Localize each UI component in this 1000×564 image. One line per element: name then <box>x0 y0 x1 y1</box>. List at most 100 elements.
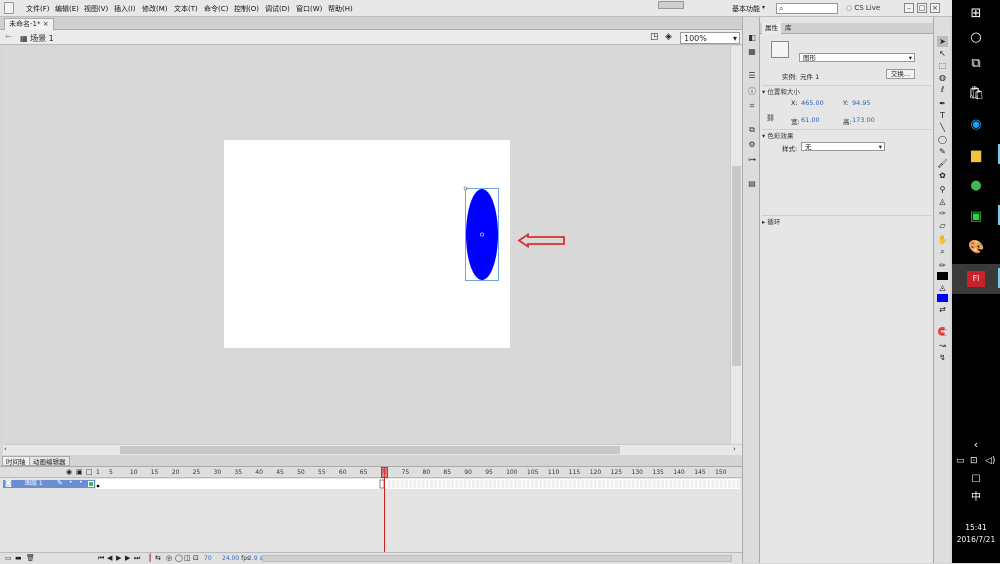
history-panel-icon[interactable]: ▤ <box>747 179 757 189</box>
minimized-panel-icon[interactable] <box>658 1 684 9</box>
center-frame-icon[interactable]: ┃ <box>148 554 152 562</box>
timeline-hscrollbar[interactable] <box>262 555 732 562</box>
task-view-icon[interactable]: ⧉ <box>968 56 984 72</box>
edit-scene-icon[interactable]: ◳ <box>650 32 659 42</box>
edit-symbols-icon[interactable]: ◈ <box>665 32 672 42</box>
3d-rotation-tool-icon[interactable]: ◍ <box>937 72 948 83</box>
smooth-icon[interactable]: ↝ <box>937 340 948 351</box>
eraser-tool-icon[interactable]: ▱ <box>937 220 948 231</box>
pencil-tool-icon[interactable]: ✎ <box>937 146 948 157</box>
show-hide-icon[interactable]: ◉ <box>66 468 72 476</box>
flash-app-icon[interactable]: Fl <box>967 271 985 287</box>
x-value[interactable]: 465.00 <box>801 99 824 107</box>
menu-debug[interactable]: 调试(D) <box>265 4 290 14</box>
tab-motion-editor[interactable]: 动画编辑器 <box>29 456 70 466</box>
loop-section[interactable]: ▸ 循环 <box>762 215 931 226</box>
menu-control[interactable]: 控制(O) <box>234 4 259 14</box>
delete-layer-icon[interactable]: 🗑 <box>26 554 35 562</box>
height-value[interactable]: 173.00 <box>852 116 875 124</box>
green-app-icon[interactable]: ● <box>968 178 984 194</box>
fps-readout[interactable]: 24.00 fps <box>222 555 250 562</box>
elapsed-time-readout[interactable]: 2.9 s <box>248 555 263 562</box>
color-effect-section[interactable]: ▾ 色彩效果 <box>762 129 931 140</box>
document-tab[interactable]: 未命名-1* × <box>4 18 54 30</box>
store-icon[interactable]: 🛍 <box>968 86 985 102</box>
close-button[interactable]: × <box>930 3 940 13</box>
loop-icon[interactable]: ⇆ <box>155 554 161 562</box>
menu-commands[interactable]: 命令(C) <box>204 4 228 14</box>
cortana-search-icon[interactable]: ○ <box>968 30 984 46</box>
menu-text[interactable]: 文本(T) <box>174 4 198 14</box>
line-tool-icon[interactable]: ╲ <box>937 122 948 133</box>
visibility-dot-icon[interactable]: • <box>69 479 73 486</box>
close-tab-icon[interactable]: × <box>43 20 49 28</box>
go-to-last-frame-icon[interactable]: ⏭ <box>134 554 140 563</box>
menu-window[interactable]: 窗口(W) <box>296 4 322 14</box>
onion-skin-icon[interactable]: ◎ <box>166 554 172 562</box>
straighten-icon[interactable]: ↯ <box>937 352 948 363</box>
outline-icon[interactable]: □ <box>86 468 93 476</box>
battery-icon[interactable]: ▭ <box>956 456 965 466</box>
menu-modify[interactable]: 修改(M) <box>142 4 168 14</box>
position-size-section[interactable]: ▾ 位置和大小 <box>762 85 931 96</box>
network-icon[interactable]: ⊡ <box>970 456 978 466</box>
align-panel-icon[interactable]: ☰ <box>747 71 757 81</box>
new-layer-icon[interactable]: ▭ <box>5 554 12 562</box>
y-value[interactable]: 94.95 <box>852 99 871 107</box>
brush-tool-icon[interactable]: 🖌 <box>937 158 948 169</box>
playhead-handle[interactable] <box>381 467 388 478</box>
workspace-switcher[interactable]: 基本功能 <box>732 4 760 14</box>
ime-indicator[interactable]: 中 <box>968 490 984 506</box>
stroke-color-icon[interactable]: ✏ <box>937 260 948 271</box>
layer-outline-color-swatch[interactable] <box>88 481 94 487</box>
go-to-first-frame-icon[interactable]: ⏮ <box>98 554 104 563</box>
workspace-dropdown-icon[interactable]: ▾ <box>762 4 765 11</box>
code-snippets-icon[interactable]: ⧉ <box>747 125 757 135</box>
vertical-scroll-thumb[interactable] <box>732 166 741 366</box>
new-folder-icon[interactable]: ▬ <box>15 554 22 562</box>
eyedropper-tool-icon[interactable]: ✑ <box>937 208 948 219</box>
free-transform-tool-icon[interactable]: ⬚ <box>937 60 948 71</box>
color-style-select[interactable]: 无 ▾ <box>801 142 885 151</box>
snap-to-objects-icon[interactable]: 🧲 <box>937 326 948 337</box>
start-windows-icon[interactable]: ⊞ <box>968 6 984 22</box>
menu-view[interactable]: 视图(V) <box>84 4 108 14</box>
transform-panel-icon[interactable]: ⌗ <box>747 101 757 111</box>
paint-bucket-tool-icon[interactable]: ◬ <box>937 196 948 207</box>
browser-app-icon[interactable]: ◉ <box>968 117 984 133</box>
info-panel-icon[interactable]: ⓘ <box>747 87 757 97</box>
components-panel-icon[interactable]: ⚙ <box>747 140 757 150</box>
pen-tool-icon[interactable]: ✒ <box>937 98 948 109</box>
lock-dot-icon[interactable]: • <box>79 479 83 486</box>
iqiyi-app-icon[interactable]: ▣ <box>968 209 984 225</box>
tab-timeline[interactable]: 时间轴 <box>2 456 30 466</box>
playhead[interactable] <box>381 467 388 564</box>
instance-behavior-select[interactable]: 图形 ▾ <box>799 53 915 62</box>
layer-row[interactable]: ◙ 图层 1 ✎ • • <box>3 479 95 488</box>
frame-grid[interactable] <box>96 479 740 489</box>
paint-app-icon[interactable]: 🎨 <box>968 240 984 256</box>
tab-library[interactable]: 库 <box>782 23 795 34</box>
timeline-ruler[interactable]: ◉ ▣ □ 1510152025303540455055606570758085… <box>0 467 742 478</box>
back-arrow-icon[interactable]: ← <box>5 32 12 41</box>
menu-help[interactable]: 帮助(H) <box>328 4 353 14</box>
menu-insert[interactable]: 插入(I) <box>114 4 136 14</box>
swap-button[interactable]: 交换... <box>886 69 915 79</box>
width-value[interactable]: 61.00 <box>801 116 820 124</box>
zoom-tool-icon[interactable]: ⌕ <box>937 246 948 257</box>
zoom-select[interactable]: 100% ▾ <box>680 32 740 44</box>
step-back-icon[interactable]: ◀ <box>107 554 112 562</box>
scroll-right-icon[interactable]: › <box>733 445 736 453</box>
tab-properties[interactable]: 属性 <box>762 23 781 34</box>
menu-edit[interactable]: 编辑(E) <box>55 4 79 14</box>
blue-ellipse-instance[interactable] <box>466 189 498 280</box>
fill-color-swatch[interactable] <box>937 294 948 302</box>
lasso-tool-icon[interactable]: ℓ <box>937 84 948 95</box>
file-explorer-icon[interactable]: ▆ <box>968 148 984 164</box>
show-hidden-icons-chevron-icon[interactable]: ‹ <box>968 437 984 453</box>
selection-tool-icon[interactable]: ➤ <box>937 36 948 47</box>
cs-live-button[interactable]: ◌ CS Live <box>846 4 880 12</box>
oval-tool-icon[interactable]: ◯ <box>937 134 948 145</box>
horizontal-scrollbar[interactable]: ‹ › <box>3 444 742 455</box>
lock-icon[interactable]: ▣ <box>76 468 83 476</box>
